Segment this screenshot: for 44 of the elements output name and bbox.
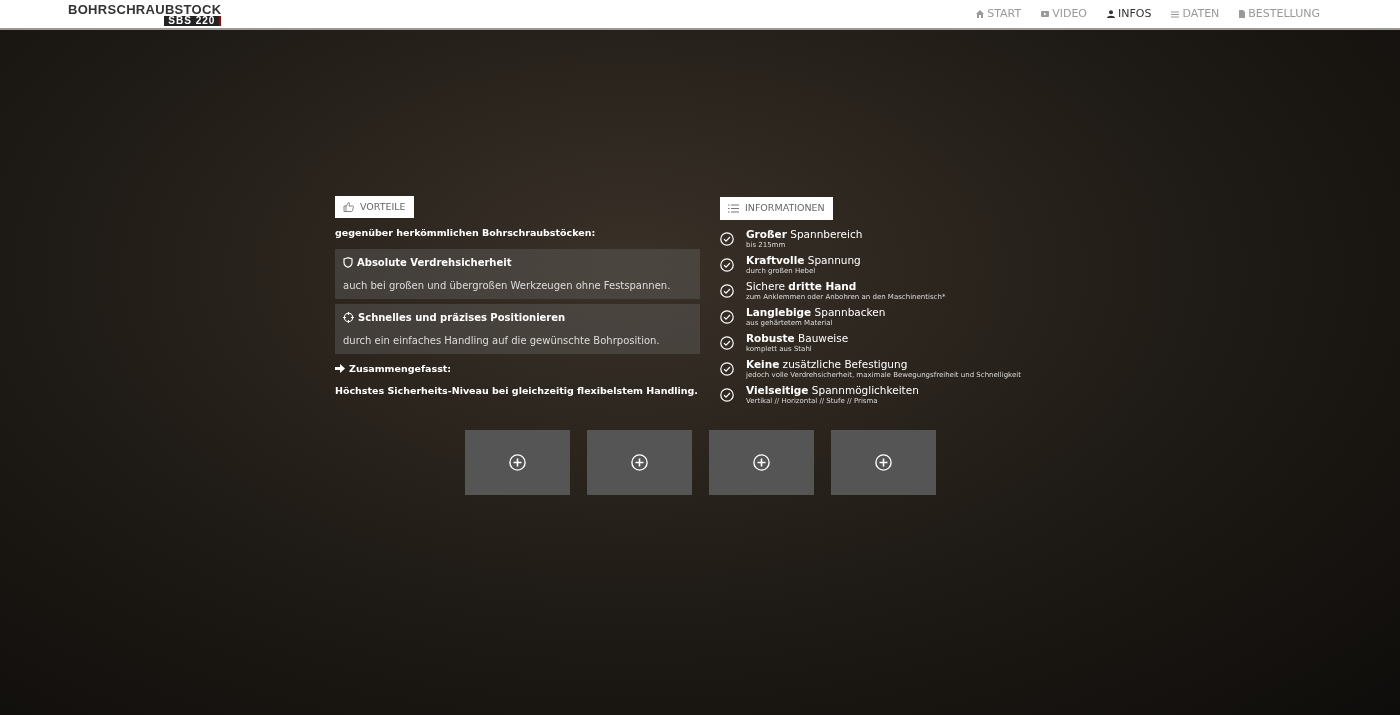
summary-label: Zusammengefasst: <box>349 361 452 376</box>
check-circle-icon <box>720 284 734 298</box>
nav-link[interactable]: DATEN <box>1171 5 1220 23</box>
info-title: Sichere dritte Hand <box>746 280 858 292</box>
feature-text: auch bei großen und übergroßen Werkzeugen ohne Festspannen. <box>343 278 672 293</box>
check-circle-icon <box>720 310 734 324</box>
info-title: Keine zusätzliche Befestigung <box>746 358 908 370</box>
home-icon <box>976 10 985 18</box>
arrow-right-icon <box>335 364 345 374</box>
feature-text: durch ein einfaches Handling auf die gewünschte Bohrposition. <box>343 333 661 348</box>
check-circle-icon <box>720 336 734 350</box>
plus-icon[interactable] <box>874 454 892 471</box>
check-circle-icon <box>720 258 734 272</box>
info-title: Vielseitige Spannmöglichkeiten <box>746 384 919 396</box>
info-title: Kraftvolle Spannung <box>746 254 861 266</box>
list-icon <box>728 204 739 213</box>
check-circle-icon <box>720 362 734 376</box>
crosshair-icon <box>343 311 354 323</box>
nav-link[interactable]: VIDEO <box>1041 5 1087 23</box>
plus-icon[interactable] <box>752 454 770 471</box>
plus-icon[interactable] <box>508 454 526 471</box>
badge-label: INFORMATIONEN <box>745 201 825 216</box>
info-title: Großer Spannbereich <box>746 228 863 240</box>
check-circle-icon <box>720 232 734 246</box>
info-title: Langlebige Spannbacken <box>746 306 886 318</box>
video-icon <box>1041 11 1050 17</box>
plus-icon[interactable] <box>630 454 648 471</box>
logo-model: SBS 220 <box>164 16 222 26</box>
feature-title: Absolute Verdrehsicherheit <box>357 255 512 270</box>
thumbs-up-icon <box>343 202 354 213</box>
nav-link[interactable]: INFOS <box>1107 5 1152 23</box>
nav-link[interactable]: BESTELLUNG <box>1239 5 1320 23</box>
shield-icon <box>343 256 353 268</box>
info-title: Robuste Bauweise <box>746 332 849 344</box>
user-icon <box>1107 10 1115 18</box>
nav-link[interactable]: START <box>976 5 1022 23</box>
feature-title: Schnelles und präzises Positionieren <box>358 310 566 325</box>
document-icon <box>1239 10 1246 18</box>
badge-label: VORTEILE <box>360 200 406 214</box>
summary-text: Höchstes Sicherheits-Niveau bei gleichzeitig flexibelstem Handling. <box>335 383 699 398</box>
list-icon <box>1171 10 1180 18</box>
logo-title: BOHRSCHRAUBSTOCK <box>68 4 222 16</box>
intro-text: gegenüber herkömmlichen Bohrschraubstöcken: <box>335 226 597 241</box>
check-circle-icon <box>720 388 734 402</box>
